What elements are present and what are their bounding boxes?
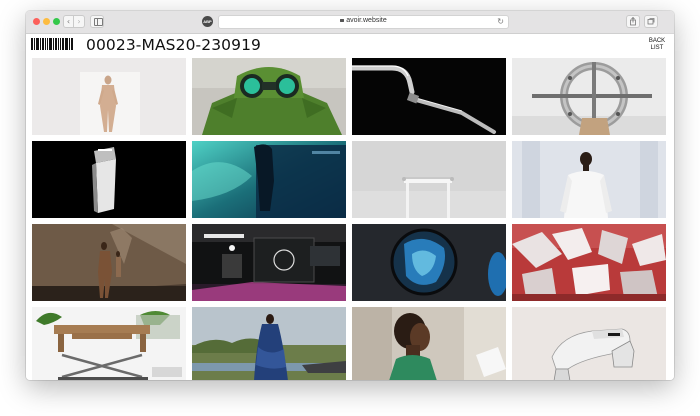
back-button[interactable]: ‹ <box>63 15 74 28</box>
share-icon <box>630 16 636 26</box>
barcode-logo <box>31 38 80 50</box>
browser-toolbar: ‹ › ABP avoir.website ↻ <box>26 11 674 34</box>
thumbnail-floating-panel[interactable] <box>32 141 186 218</box>
back-list-link[interactable]: BACK LIST <box>646 38 668 51</box>
page-content: 00023-MAS20-230919 BACK LIST <box>26 34 674 380</box>
minimize-window-button[interactable] <box>43 18 50 25</box>
share-button[interactable] <box>626 15 640 28</box>
maximize-window-button[interactable] <box>53 18 60 25</box>
thumbnail-underwater[interactable] <box>192 141 346 218</box>
thumbnail-scissor-lift-table[interactable] <box>32 307 186 380</box>
thumbnail-model-in-field[interactable] <box>192 307 346 380</box>
thumbnail-side-profile[interactable] <box>352 307 506 380</box>
thumbnail-grid <box>32 58 668 380</box>
tab-overview-button[interactable] <box>644 15 658 28</box>
forward-button[interactable]: › <box>74 15 85 28</box>
thumbnail-model-white[interactable] <box>512 141 666 218</box>
thumbnail-circular-sculpture[interactable] <box>512 58 666 135</box>
tabs-icon <box>647 18 655 25</box>
close-window-button[interactable] <box>33 18 40 25</box>
thumbnail-red-shards[interactable] <box>512 224 666 301</box>
thumbnail-reflective-sphere[interactable] <box>352 224 506 301</box>
sidebar-toggle-button[interactable] <box>90 15 104 28</box>
thumbnail-white-stand[interactable] <box>352 141 506 218</box>
thumbnail-control-room[interactable] <box>192 224 346 301</box>
adblock-extension-icon[interactable]: ABP <box>202 16 213 27</box>
sidebar-icon <box>94 18 103 26</box>
url-text: avoir.website <box>346 17 387 24</box>
browser-window: ‹ › ABP avoir.website ↻ + <box>26 11 674 380</box>
page-title: 00023-MAS20-230919 <box>86 36 262 54</box>
address-bar[interactable]: avoir.website ↻ <box>218 15 509 29</box>
thumbnail-platform-shoe[interactable] <box>512 307 666 380</box>
thumbnail-runway-stairs[interactable] <box>32 224 186 301</box>
thumbnail-binoculars[interactable] <box>192 58 346 135</box>
lock-icon <box>340 19 345 22</box>
thumbnail-faucet[interactable] <box>352 58 506 135</box>
thumbnail-model-bodysuit[interactable] <box>32 58 186 135</box>
reload-icon[interactable]: ↻ <box>497 17 504 26</box>
